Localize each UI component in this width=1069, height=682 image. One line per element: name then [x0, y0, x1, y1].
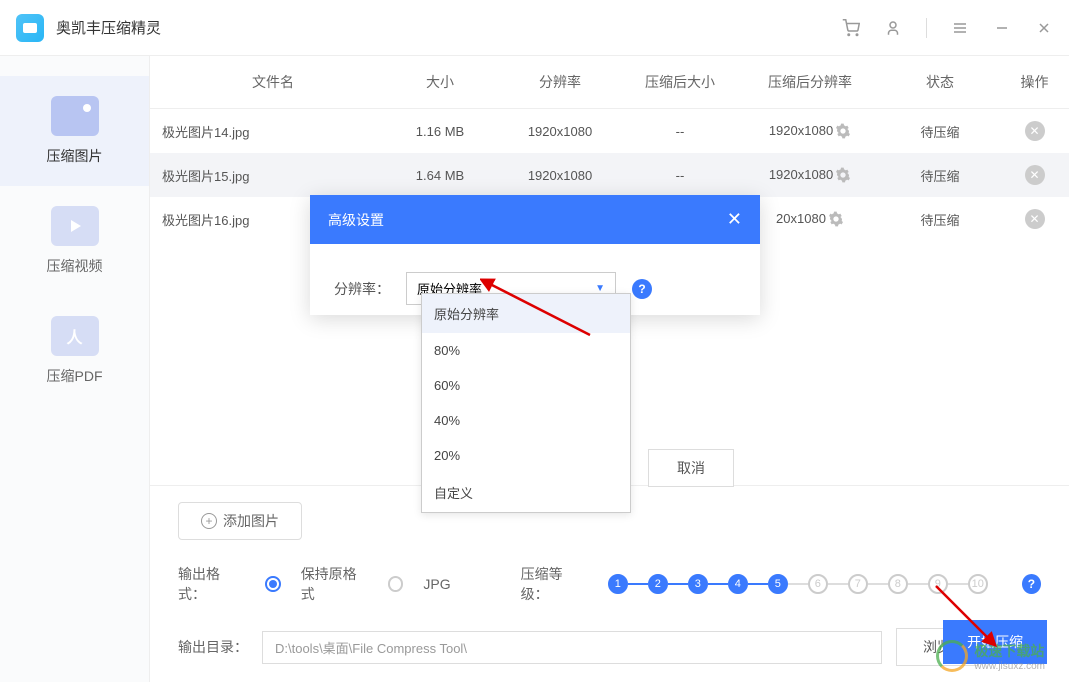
- level-8[interactable]: 8: [888, 574, 908, 594]
- header-name: 文件名: [150, 72, 380, 92]
- level-5[interactable]: 5: [768, 574, 788, 594]
- cell-csize: --: [620, 124, 740, 139]
- cell-cres: 1920x1080: [740, 123, 880, 140]
- cell-status: 待压缩: [880, 166, 1000, 185]
- format-opt2: JPG: [423, 576, 450, 592]
- dropdown-item[interactable]: 40%: [422, 403, 630, 438]
- sidebar-label: 压缩视频: [47, 256, 103, 276]
- level-1[interactable]: 1: [608, 574, 628, 594]
- modal-header: 高级设置 ✕: [310, 195, 760, 244]
- level-10[interactable]: 10: [968, 574, 988, 594]
- resolution-label: 分辨率：: [334, 279, 390, 299]
- header-cres: 压缩后分辨率: [740, 72, 880, 92]
- add-image-button[interactable]: + 添加图片: [178, 502, 302, 540]
- sidebar-item-image[interactable]: 压缩图片: [0, 76, 149, 186]
- dropdown-item[interactable]: 80%: [422, 333, 630, 368]
- user-icon[interactable]: [884, 19, 902, 37]
- level-7[interactable]: 7: [848, 574, 868, 594]
- compression-levels[interactable]: 123456789 10: [608, 574, 988, 594]
- gear-icon[interactable]: [828, 211, 844, 227]
- level-3[interactable]: 3: [688, 574, 708, 594]
- level-label: 压缩等级：: [521, 564, 588, 604]
- format-label: 输出格式：: [178, 564, 245, 604]
- gear-icon[interactable]: [835, 123, 851, 139]
- format-opt1: 保持原格式: [301, 564, 368, 604]
- video-icon: [51, 206, 99, 246]
- sidebar-item-pdf[interactable]: 人 压缩PDF: [0, 296, 149, 406]
- dropdown-item[interactable]: 20%: [422, 438, 630, 473]
- app-logo: [16, 14, 44, 42]
- cell-size: 1.64 MB: [380, 168, 500, 183]
- output-label: 输出目录：: [178, 637, 248, 657]
- help-icon[interactable]: ?: [632, 279, 652, 299]
- help-icon[interactable]: ?: [1022, 574, 1041, 594]
- header-csize: 压缩后大小: [620, 72, 740, 92]
- level-4[interactable]: 4: [728, 574, 748, 594]
- image-icon: [51, 96, 99, 136]
- cell-size: 1.16 MB: [380, 124, 500, 139]
- sidebar-label: 压缩图片: [47, 146, 103, 166]
- resolution-dropdown: 原始分辨率80%60%40%20%自定义: [421, 293, 631, 513]
- dropdown-item[interactable]: 自定义: [422, 473, 630, 512]
- cell-cres: 1920x1080: [740, 167, 880, 184]
- cell-status: 待压缩: [880, 122, 1000, 141]
- table-row[interactable]: 极光图片14.jpg 1.16 MB 1920x1080 -- 1920x108…: [150, 109, 1069, 153]
- header-action: 操作: [1000, 72, 1069, 92]
- sidebar-item-video[interactable]: 压缩视频: [0, 186, 149, 296]
- sidebar: 压缩图片 压缩视频 人 压缩PDF: [0, 56, 150, 682]
- table-row[interactable]: 极光图片15.jpg 1.64 MB 1920x1080 -- 1920x108…: [150, 153, 1069, 197]
- cell-status: 待压缩: [880, 210, 1000, 229]
- bottom-panel: + 添加图片 输出格式： 保持原格式 JPG 压缩等级： 123456789 10…: [150, 485, 1069, 682]
- radio-jpg[interactable]: [388, 576, 404, 592]
- delete-icon[interactable]: ✕: [1025, 209, 1045, 229]
- cell-action: ✕: [1000, 121, 1069, 141]
- delete-icon[interactable]: ✕: [1025, 165, 1045, 185]
- app-title: 奥凯丰压缩精灵: [56, 17, 161, 38]
- advanced-settings-modal: 高级设置 ✕ 分辨率： 原始分辨率 ▼ ? 取消 原始分辨率80%60%40%2…: [310, 195, 760, 315]
- modal-close-icon[interactable]: ✕: [727, 209, 742, 230]
- cancel-button[interactable]: 取消: [648, 449, 734, 487]
- cell-name: 极光图片14.jpg: [150, 122, 380, 141]
- cell-res: 1920x1080: [500, 124, 620, 139]
- cell-csize: --: [620, 168, 740, 183]
- cell-action: ✕: [1000, 209, 1069, 229]
- pdf-icon: 人: [51, 316, 99, 356]
- cell-name: 极光图片15.jpg: [150, 166, 380, 185]
- cart-icon[interactable]: [842, 19, 860, 37]
- level-2[interactable]: 2: [648, 574, 668, 594]
- header-status: 状态: [880, 72, 1000, 92]
- header-size: 大小: [380, 72, 500, 92]
- gear-icon[interactable]: [835, 167, 851, 183]
- watermark: 极速下载站 www.jisuxz.com: [936, 640, 1045, 672]
- plus-icon: +: [201, 513, 217, 529]
- cell-action: ✕: [1000, 165, 1069, 185]
- radio-keep-format[interactable]: [265, 576, 281, 592]
- header-res: 分辨率: [500, 72, 620, 92]
- level-9[interactable]: 9: [928, 574, 948, 594]
- titlebar: 奥凯丰压缩精灵: [0, 0, 1069, 56]
- table-header: 文件名 大小 分辨率 压缩后大小 压缩后分辨率 状态 操作: [150, 56, 1069, 109]
- level-6[interactable]: 6: [808, 574, 828, 594]
- delete-icon[interactable]: ✕: [1025, 121, 1045, 141]
- minimize-icon[interactable]: [993, 19, 1011, 37]
- menu-icon[interactable]: [951, 19, 969, 37]
- close-icon[interactable]: [1035, 19, 1053, 37]
- output-path-input[interactable]: [262, 631, 882, 664]
- cell-res: 1920x1080: [500, 168, 620, 183]
- cell-cres: 20x1080: [740, 211, 880, 228]
- dropdown-item[interactable]: 原始分辨率: [422, 294, 630, 333]
- modal-title: 高级设置: [328, 210, 384, 230]
- dropdown-item[interactable]: 60%: [422, 368, 630, 403]
- sidebar-label: 压缩PDF: [47, 366, 103, 386]
